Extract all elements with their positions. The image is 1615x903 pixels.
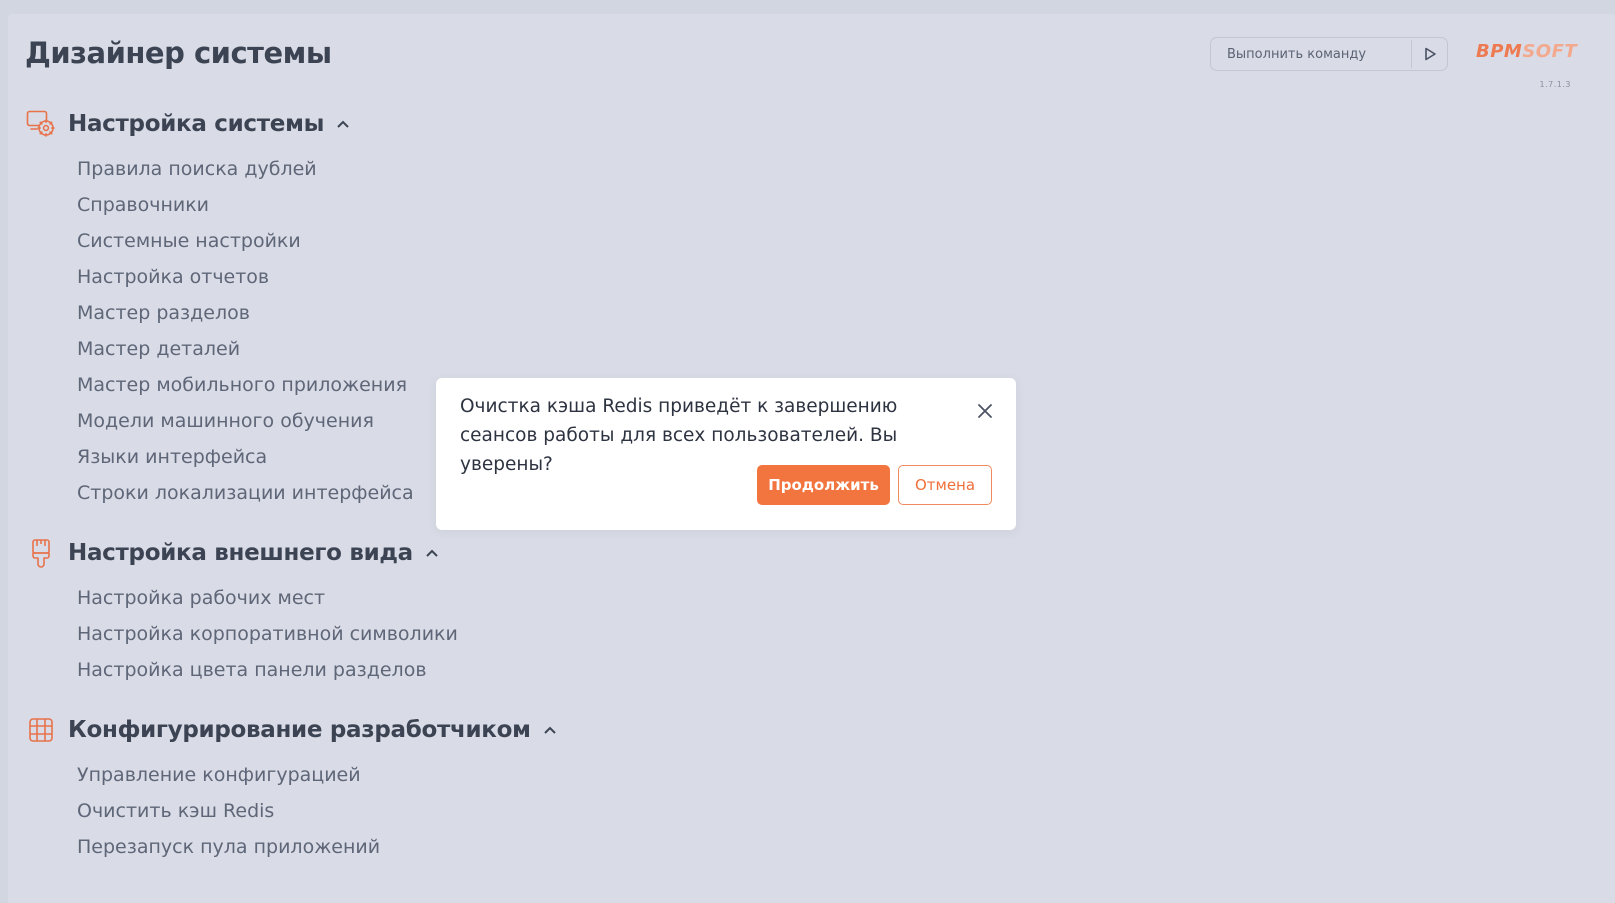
menu-item-config-management[interactable]: Управление конфигурацией <box>77 757 557 793</box>
bpmsoft-logo: BPMSOFT <box>1476 41 1578 62</box>
section-system-settings: Настройка системы Правила поиска дублей … <box>25 108 414 511</box>
section-title: Конфигурирование разработчиком <box>68 717 531 743</box>
play-icon <box>1424 47 1436 61</box>
page-title: Дизайнер системы <box>25 36 332 70</box>
section-header[interactable]: Настройка внешнего вида <box>25 537 458 569</box>
menu-item-report-setup[interactable]: Настройка отчетов <box>77 259 414 295</box>
section-title: Настройка внешнего вида <box>68 540 413 566</box>
section-items: Правила поиска дублей Справочники Систем… <box>77 151 414 511</box>
menu-item-mobile-wizard[interactable]: Мастер мобильного приложения <box>77 367 414 403</box>
menu-item-lookups[interactable]: Справочники <box>77 187 414 223</box>
menu-item-corporate-branding[interactable]: Настройка корпоративной символики <box>77 616 458 652</box>
cancel-button[interactable]: Отмена <box>898 465 992 505</box>
version-label: 1.7.1.3 <box>1539 80 1571 89</box>
section-header[interactable]: Конфигурирование разработчиком <box>25 714 557 746</box>
command-bar <box>1210 37 1448 71</box>
continue-button[interactable]: Продолжить <box>757 465 890 505</box>
menu-item-interface-languages[interactable]: Языки интерфейса <box>77 439 414 475</box>
menu-item-clear-redis-cache[interactable]: Очистить кэш Redis <box>77 793 557 829</box>
chevron-up-icon[interactable] <box>543 723 557 737</box>
close-icon[interactable] <box>974 400 996 422</box>
settings-gear-icon <box>25 108 57 140</box>
confirm-dialog: Очистка кэша Redis приведёт к завершению… <box>436 378 1016 530</box>
chevron-up-icon[interactable] <box>336 117 350 131</box>
menu-item-system-settings[interactable]: Системные настройки <box>77 223 414 259</box>
menu-item-section-wizard[interactable]: Мастер разделов <box>77 295 414 331</box>
section-title: Настройка системы <box>68 111 325 137</box>
menu-item-ml-models[interactable]: Модели машинного обучения <box>77 403 414 439</box>
menu-item-workplaces[interactable]: Настройка рабочих мест <box>77 580 458 616</box>
menu-item-detail-wizard[interactable]: Мастер деталей <box>77 331 414 367</box>
chevron-up-icon[interactable] <box>425 546 439 560</box>
menu-item-duplicate-rules[interactable]: Правила поиска дублей <box>77 151 414 187</box>
section-header[interactable]: Настройка системы <box>25 108 414 140</box>
section-items: Управление конфигурацией Очистить кэш Re… <box>77 757 557 865</box>
section-developer-config: Конфигурирование разработчиком Управлени… <box>25 714 557 865</box>
section-items: Настройка рабочих мест Настройка корпора… <box>77 580 458 688</box>
menu-item-restart-app-pool[interactable]: Перезапуск пула приложений <box>77 829 557 865</box>
menu-item-localization-strings[interactable]: Строки локализации интерфейса <box>77 475 414 511</box>
menu-item-panel-color[interactable]: Настройка цвета панели разделов <box>77 652 458 688</box>
grid-icon <box>25 714 57 746</box>
run-command-button[interactable] <box>1412 38 1447 70</box>
command-input[interactable] <box>1211 38 1411 70</box>
brush-icon <box>25 537 57 569</box>
section-appearance: Настройка внешнего вида Настройка рабочи… <box>25 537 458 688</box>
